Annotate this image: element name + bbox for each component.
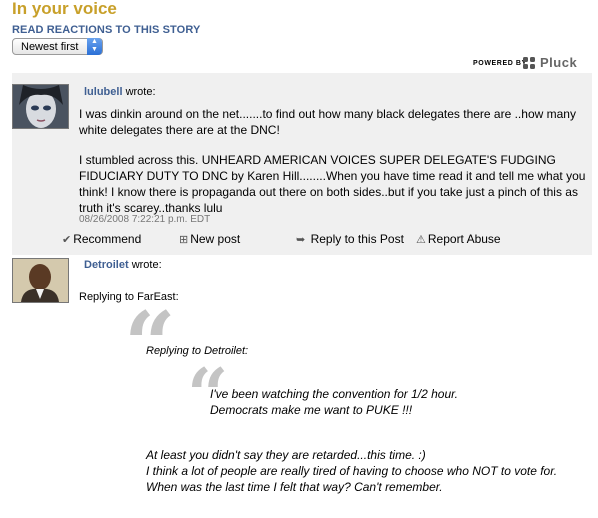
inner-quote-line: I've been watching the convention for 1/… (210, 387, 459, 401)
powered-by-label: POWERED BY (473, 60, 527, 67)
inner-quote-line: Democrats make me want to PUKE !!! (210, 403, 413, 417)
post-timestamp: 08/26/2008 7:22:21 p.m. EDT (79, 214, 211, 225)
read-reactions-link[interactable]: READ REACTIONS TO THIS STORY (12, 24, 200, 36)
quoted-reply-line: I think a lot of people are really tired… (146, 464, 558, 494)
post-paragraph: I was dinkin around on the net.......to … (79, 107, 576, 137)
recommend-button[interactable]: ✔ Recommend (62, 232, 141, 246)
pluck-brand: Pluck (540, 55, 578, 70)
new-post-label: New post (190, 232, 241, 246)
reply-label: Reply to this Post (310, 232, 404, 246)
sort-order-value: Newest first (21, 41, 79, 53)
warning-icon: ⚠ (416, 234, 426, 246)
new-post-button[interactable]: ⊞ New post (179, 232, 240, 246)
checkmark-icon: ✔ (62, 234, 72, 246)
wrote-label: wrote: (131, 259, 162, 271)
post-paragraph: I stumbled across this. UNHEARD AMERICAN… (79, 153, 586, 215)
inner-quote-text: I've been watching the convention for 1/… (210, 386, 458, 418)
author-name-link[interactable]: Detroilet (84, 259, 129, 271)
report-abuse-button[interactable]: ⚠ Report Abuse (416, 232, 501, 246)
wrote-label: wrote: (125, 86, 156, 98)
post-author: Detroilet wrote: (84, 259, 162, 271)
recommend-label: Recommend (73, 232, 142, 246)
post-author: lulubell wrote: (84, 86, 156, 98)
avatar[interactable] (12, 84, 69, 129)
avatar[interactable] (12, 258, 69, 303)
author-name-link[interactable]: lulubell (84, 86, 123, 98)
reply-arrow-icon: ➥ (296, 234, 306, 246)
section-title: In your voice (12, 0, 117, 18)
quoted-reply-text: At least you didn't say they are retarde… (146, 447, 586, 495)
plus-box-icon: ⊞ (179, 234, 189, 246)
select-arrows-icon: ▲ ▼ (87, 38, 102, 55)
pluck-logo-icon (523, 57, 535, 69)
reply-button[interactable]: ➥ Reply to this Post (296, 232, 404, 246)
report-abuse-label: Report Abuse (427, 232, 501, 246)
quoted-reply-line: At least you didn't say they are retarde… (146, 448, 426, 462)
sort-order-select[interactable]: Newest first ▲ ▼ (12, 38, 103, 55)
